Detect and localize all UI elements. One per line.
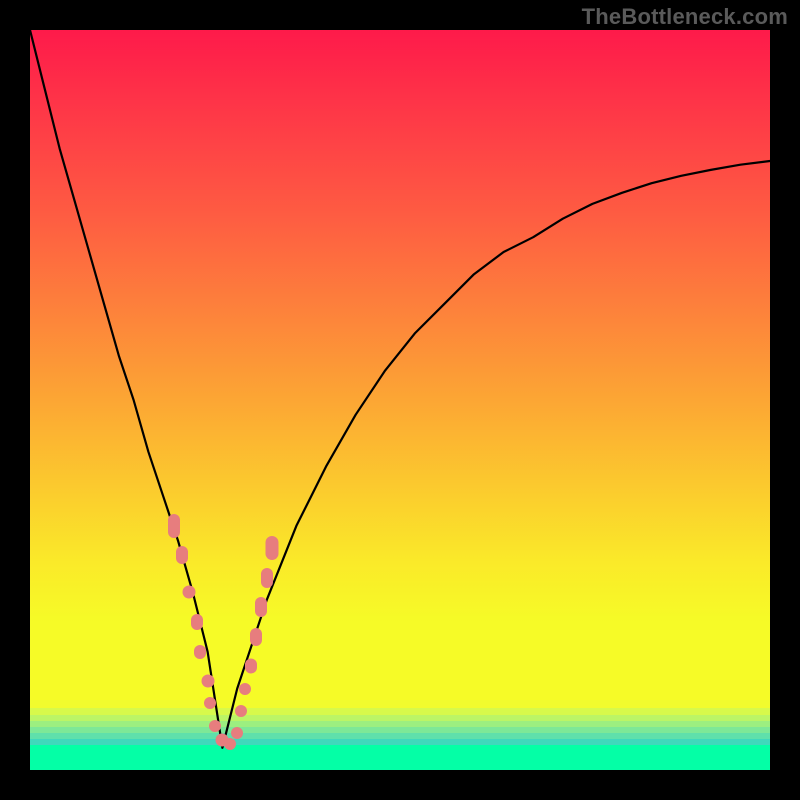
chart-plot-area [30, 30, 770, 770]
chart-bottom-bands [30, 700, 770, 770]
color-band [30, 700, 770, 708]
color-band [30, 708, 770, 715]
color-band [30, 745, 770, 770]
watermark-text: TheBottleneck.com [582, 4, 788, 30]
chart-background-gradient [30, 30, 770, 770]
